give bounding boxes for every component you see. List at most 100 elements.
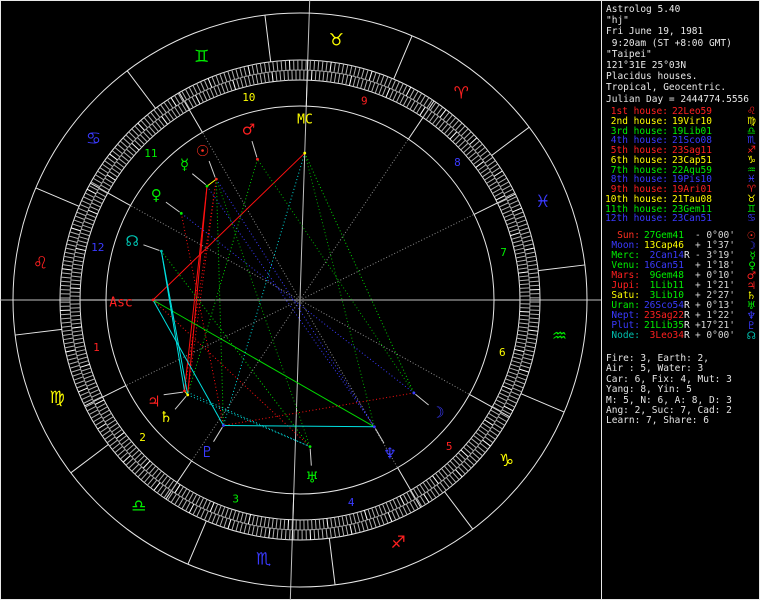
- degree-tick: [357, 67, 361, 78]
- degree-tick: [111, 150, 121, 158]
- degree-tick: [137, 122, 145, 131]
- degree-tick: [156, 484, 164, 494]
- aspect-line-sextile: [222, 152, 306, 426]
- degree-tick: [445, 114, 453, 123]
- degree-tick: [325, 528, 328, 539]
- degree-tick: [102, 412, 112, 419]
- degree-tick: [76, 243, 87, 248]
- degree-tick: [114, 445, 123, 454]
- planet-degree-dot: [179, 211, 183, 215]
- degree-tick: [398, 83, 404, 93]
- degree-tick: [495, 174, 505, 181]
- degree-tick: [510, 363, 521, 368]
- degree-tick: [345, 515, 349, 526]
- degree-tick: [528, 272, 539, 275]
- degree-tick: [517, 267, 528, 270]
- degree-tick: [69, 231, 80, 236]
- degree-tick: [329, 61, 332, 73]
- degree-tick: [434, 118, 442, 127]
- degree-tick: [70, 311, 81, 313]
- degree-tick: [372, 517, 377, 528]
- aspect-line-trine: [215, 179, 224, 426]
- degree-tick: [259, 73, 263, 84]
- degree-tick: [514, 348, 525, 353]
- degree-tick: [283, 70, 286, 81]
- degree-tick: [231, 69, 236, 80]
- degree-tick: [416, 486, 423, 496]
- aspect-line-square: [183, 179, 217, 391]
- degree-tick: [71, 271, 82, 274]
- degree-tick: [310, 70, 313, 81]
- degree-tick: [207, 512, 213, 522]
- planet-icon: ♄: [159, 408, 172, 426]
- degree-tick: [104, 416, 114, 423]
- aspect-line-square: [187, 186, 208, 395]
- degree-tick: [200, 509, 206, 519]
- degree-tick: [525, 345, 536, 349]
- house-cusp-line: [191, 299, 301, 462]
- zodiac-sign-icon: ♌: [33, 254, 48, 274]
- degree-tick: [63, 337, 74, 341]
- degree-tick: [422, 482, 430, 491]
- degree-tick: [206, 500, 212, 511]
- degree-tick: [517, 372, 528, 377]
- degree-tick: [236, 78, 240, 89]
- degree-tick: [372, 72, 377, 83]
- house-number: 1: [93, 341, 100, 354]
- degree-tick: [337, 63, 341, 74]
- degree-tick: [147, 477, 155, 486]
- degree-tick: [220, 506, 226, 517]
- zodiac-sign-icon: ♎: [131, 497, 146, 517]
- degree-tick: [280, 529, 283, 540]
- degree-tick: [466, 457, 475, 466]
- degree-tick: [360, 78, 364, 89]
- degree-tick: [271, 518, 274, 529]
- degree-tick: [199, 81, 206, 91]
- degree-tick: [109, 153, 118, 161]
- degree-tick: [279, 519, 282, 530]
- planet-icon: ☊: [746, 330, 756, 342]
- degree-tick: [510, 391, 521, 397]
- degree-tick: [217, 85, 222, 95]
- degree-tick: [223, 72, 228, 83]
- degree-tick: [409, 501, 416, 512]
- header-line: "hj": [606, 15, 629, 27]
- degree-tick: [72, 263, 83, 267]
- degree-tick: [513, 243, 524, 248]
- degree-tick: [251, 515, 255, 526]
- degree-tick: [232, 510, 237, 521]
- degree-tick: [153, 109, 161, 118]
- degree-tick: [493, 170, 503, 177]
- degree-tick: [345, 64, 349, 75]
- degree-tick: [191, 96, 198, 107]
- degree-tick: [72, 330, 83, 333]
- degree-tick: [97, 423, 107, 430]
- degree-tick: [333, 527, 337, 538]
- degree-tick: [380, 74, 385, 85]
- house-row: 12th house: 23Can51 ♋: [604, 214, 756, 224]
- degree-tick: [506, 220, 517, 226]
- degree-tick: [526, 337, 537, 341]
- degree-tick: [479, 150, 489, 158]
- degree-tick: [488, 412, 498, 419]
- degree-tick: [371, 507, 376, 518]
- degree-tick: [79, 203, 90, 209]
- degree-tick: [239, 522, 243, 533]
- degree-tick: [251, 64, 255, 75]
- degree-tick: [482, 439, 491, 447]
- degree-tick: [500, 205, 511, 211]
- midheaven-label: MC: [297, 113, 313, 128]
- degree-tick: [477, 445, 486, 453]
- sign-boundary-line: [70, 444, 109, 474]
- degree-tick: [529, 317, 540, 320]
- planet-pointer-line: [191, 173, 207, 186]
- degree-tick: [198, 497, 205, 507]
- degree-tick: [61, 329, 73, 332]
- degree-tick: [326, 518, 329, 529]
- degree-tick: [506, 374, 517, 380]
- planet-degree-dot: [256, 157, 259, 161]
- degree-tick: [60, 313, 71, 316]
- degree-tick: [337, 526, 341, 537]
- degree-tick: [356, 512, 361, 523]
- degree-tick: [81, 200, 91, 206]
